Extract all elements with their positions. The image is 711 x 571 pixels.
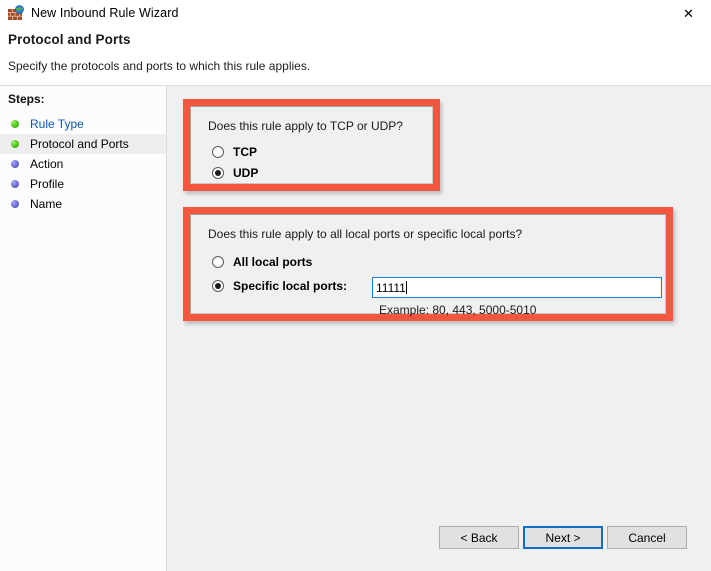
wizard-footer: < Back Next > Cancel (167, 509, 711, 571)
radio-all-local-ports-label: All local ports (233, 255, 312, 269)
step-bullet-icon (11, 160, 19, 168)
firewall-icon (8, 5, 24, 21)
radio-specific-local-ports-label: Specific local ports: (233, 279, 347, 293)
ports-group-highlight: Does this rule apply to all local ports … (183, 207, 673, 321)
ports-example-hint: Example: 80, 443, 5000-5010 (379, 303, 536, 317)
ports-question: Does this rule apply to all local ports … (208, 227, 522, 241)
page-title: Protocol and Ports (8, 32, 131, 47)
radio-tcp-label: TCP (233, 145, 257, 159)
steps-sidebar: Steps: Rule Type Protocol and Ports Acti… (0, 85, 167, 571)
page-subtitle: Specify the protocols and ports to which… (8, 59, 310, 73)
step-bullet-icon (11, 140, 19, 148)
ports-group: Does this rule apply to all local ports … (190, 214, 666, 314)
step-bullet-icon (11, 200, 19, 208)
specific-local-ports-input[interactable]: 11111 (372, 277, 662, 298)
window-title: New Inbound Rule Wizard (31, 5, 179, 21)
cancel-button[interactable]: Cancel (607, 526, 687, 549)
specific-local-ports-value: 11111 (376, 281, 406, 295)
close-icon[interactable]: ✕ (666, 0, 711, 26)
sidebar-item-profile[interactable]: Profile (0, 174, 166, 194)
steps-heading: Steps: (8, 92, 45, 106)
sidebar-item-label: Profile (30, 177, 64, 191)
steps-list: Rule Type Protocol and Ports Action Prof… (0, 114, 166, 214)
back-button[interactable]: < Back (439, 526, 519, 549)
sidebar-item-action[interactable]: Action (0, 154, 166, 174)
sidebar-item-label: Name (30, 197, 62, 211)
radio-specific-local-ports[interactable]: Specific local ports: (212, 279, 347, 293)
window-titlebar: New Inbound Rule Wizard ✕ (0, 0, 711, 26)
step-bullet-icon (11, 120, 19, 128)
radio-tcp-icon (212, 146, 224, 158)
next-button[interactable]: Next > (523, 526, 603, 549)
radio-all-local-ports-icon (212, 256, 224, 268)
radio-all-local-ports[interactable]: All local ports (212, 255, 312, 269)
text-caret (406, 281, 407, 294)
radio-udp-label: UDP (233, 166, 258, 180)
radio-udp[interactable]: UDP (212, 166, 258, 180)
main-content-panel: Does this rule apply to TCP or UDP? TCP … (167, 85, 711, 571)
sidebar-item-protocol-and-ports[interactable]: Protocol and Ports (0, 134, 166, 154)
sidebar-item-name[interactable]: Name (0, 194, 166, 214)
sidebar-item-rule-type[interactable]: Rule Type (0, 114, 166, 134)
protocol-group: Does this rule apply to TCP or UDP? TCP … (190, 106, 433, 184)
sidebar-item-label: Rule Type (30, 117, 84, 131)
radio-specific-local-ports-icon (212, 280, 224, 292)
step-bullet-icon (11, 180, 19, 188)
protocol-question: Does this rule apply to TCP or UDP? (208, 119, 403, 133)
sidebar-item-label: Action (30, 157, 63, 171)
protocol-group-highlight: Does this rule apply to TCP or UDP? TCP … (183, 99, 440, 191)
radio-udp-icon (212, 167, 224, 179)
page-header: Protocol and Ports Specify the protocols… (0, 26, 711, 85)
radio-tcp[interactable]: TCP (212, 145, 257, 159)
sidebar-item-label: Protocol and Ports (30, 137, 129, 151)
